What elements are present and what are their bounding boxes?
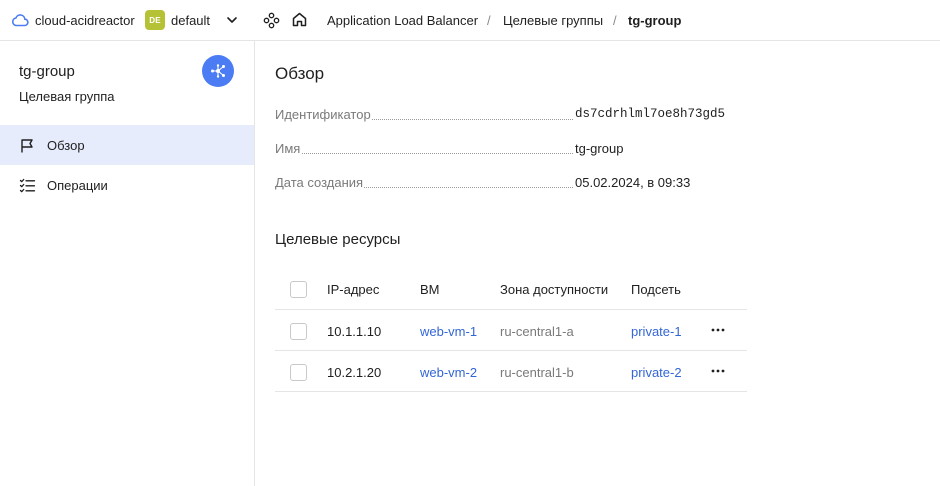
sidebar: tg-group Целевая группа Обзор Операции: [0, 41, 255, 486]
resource-title: tg-group: [19, 63, 75, 80]
resource-type: Целевая группа: [19, 89, 115, 104]
sidebar-item-operations[interactable]: Операции: [0, 165, 254, 205]
breadcrumb-service[interactable]: Application Load Balancer: [327, 13, 478, 28]
flag-icon: [21, 139, 33, 153]
field-created: Дата создания 05.02.2024, в 09:33: [275, 175, 745, 193]
field-label: Идентификатор: [275, 107, 372, 122]
top-bar: cloud-acidreactor DE default Application…: [0, 0, 940, 41]
field-label: Имя: [275, 141, 302, 156]
cloud-icon: [12, 14, 29, 27]
sidebar-item-overview[interactable]: Обзор: [0, 125, 254, 165]
sidebar-item-label: Обзор: [47, 138, 85, 153]
table-header: IP-адрес ВМ Зона доступности Подсеть: [275, 268, 747, 310]
column-header[interactable]: IP-адрес: [327, 282, 379, 297]
cell-ip: 10.2.1.20: [327, 365, 382, 380]
row-checkbox[interactable]: [290, 323, 307, 340]
row-checkbox[interactable]: [290, 364, 307, 381]
table-row: 10.2.1.20 web-vm-2 ru-central1-b private…: [275, 351, 747, 392]
breadcrumb-separator: /: [613, 13, 617, 28]
cell-ip: 10.1.1.10: [327, 324, 382, 339]
dotted-leader: [275, 153, 573, 154]
more-icon[interactable]: [710, 322, 726, 338]
field-value: ds7cdrhlml7oe8h73gd5: [575, 107, 726, 121]
folder-badge: DE: [145, 10, 165, 30]
section-title: Целевые ресурсы: [275, 231, 401, 248]
more-icon[interactable]: [710, 363, 726, 379]
cloud-selector[interactable]: cloud-acidreactor: [35, 13, 135, 28]
field-label: Дата создания: [275, 175, 365, 190]
breadcrumb-current: tg-group: [628, 13, 682, 28]
cell-vm-link[interactable]: web-vm-1: [420, 324, 477, 339]
sidebar-item-label: Операции: [47, 178, 108, 193]
folder-selector[interactable]: default: [171, 13, 210, 28]
breadcrumb-target-groups[interactable]: Целевые группы: [503, 13, 603, 28]
cell-zone: ru-central1-b: [500, 365, 574, 380]
column-header[interactable]: Подсеть: [631, 282, 681, 297]
load-balancer-icon: [211, 64, 225, 78]
select-all-checkbox[interactable]: [290, 281, 307, 298]
field-value: 05.02.2024, в 09:33: [575, 175, 691, 190]
page-title: Обзор: [275, 64, 325, 83]
cell-subnet-link[interactable]: private-2: [631, 365, 682, 380]
cell-zone: ru-central1-a: [500, 324, 574, 339]
column-header[interactable]: ВМ: [420, 282, 440, 297]
service-button[interactable]: [202, 55, 234, 87]
breadcrumb-separator: /: [487, 13, 491, 28]
list-checks-icon: [19, 178, 36, 193]
cell-vm-link[interactable]: web-vm-2: [420, 365, 477, 380]
field-value: tg-group: [575, 141, 624, 156]
field-id: Идентификатор ds7cdrhlml7oe8h73gd5: [275, 107, 745, 125]
services-icon[interactable]: [263, 12, 280, 29]
chevron-down-icon[interactable]: [226, 14, 238, 26]
cell-subnet-link[interactable]: private-1: [631, 324, 682, 339]
field-name: Имя tg-group: [275, 141, 745, 159]
home-icon[interactable]: [291, 11, 308, 28]
column-header[interactable]: Зона доступности: [500, 282, 608, 297]
table-row: 10.1.1.10 web-vm-1 ru-central1-a private…: [275, 310, 747, 351]
